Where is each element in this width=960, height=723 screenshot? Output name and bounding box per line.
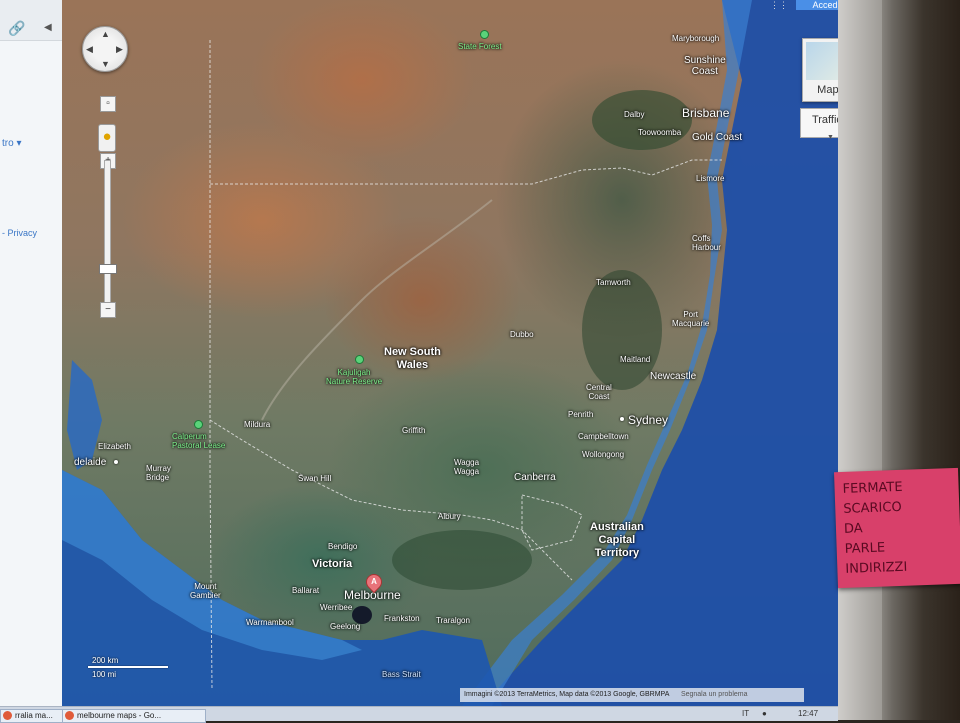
- maptype-map-button[interactable]: Mappa: [802, 38, 838, 102]
- park-icon[interactable]: [194, 420, 203, 429]
- label-frankston[interactable]: Frankston: [384, 614, 420, 623]
- label-dubbo[interactable]: Dubbo: [510, 330, 534, 339]
- label-kajuligah[interactable]: Kajuligah Nature Reserve: [326, 368, 382, 386]
- monitor-bezel-edge: [838, 0, 882, 720]
- map-scale: 200 km 100 mi: [88, 656, 176, 680]
- scale-bar: [88, 666, 168, 668]
- label-port-macquarie[interactable]: Port Macquarie: [672, 310, 709, 328]
- task-label: melbourne maps - Go...: [77, 711, 162, 720]
- taskbar: rralia ma... melbourne maps - Go... IT ●…: [0, 706, 838, 723]
- pan-right-icon[interactable]: ▶: [116, 44, 123, 55]
- pan-left-icon[interactable]: ◀: [86, 44, 93, 55]
- label-state-forest[interactable]: State Forest: [458, 42, 502, 51]
- attribution-text: Immagini ©2013 TerraMetrics, Map data ©2…: [464, 691, 669, 698]
- label-mount-gambier[interactable]: Mount Gambier: [190, 582, 221, 600]
- label-tamworth[interactable]: Tamworth: [596, 278, 631, 287]
- label-bass-strait[interactable]: Bass Strait: [382, 670, 421, 679]
- label-murray-bridge[interactable]: Murray Bridge: [146, 464, 171, 482]
- label-ballarat[interactable]: Ballarat: [292, 586, 319, 595]
- satellite-map[interactable]: ▲ ▼ ◀ ▶ ▫ ● + − Mappa Traffico ▼ State F…: [62, 0, 838, 706]
- label-bendigo[interactable]: Bendigo: [328, 542, 357, 551]
- map-attribution: Immagini ©2013 TerraMetrics, Map data ©2…: [460, 688, 804, 702]
- label-warrnambool[interactable]: Warrnambool: [246, 618, 294, 627]
- network-icon[interactable]: ●: [762, 709, 767, 718]
- label-lismore[interactable]: Lismore: [696, 174, 724, 183]
- label-canberra[interactable]: Canberra: [514, 472, 556, 483]
- label-penrith[interactable]: Penrith: [568, 410, 593, 419]
- sticky-note: FERMATE SCARICO DA PARLE INDIRIZZI: [834, 467, 960, 589]
- city-dot: [114, 460, 118, 464]
- label-werribee[interactable]: Werribee: [320, 603, 352, 612]
- sticky-note-text: FERMATE SCARICO DA PARLE INDIRIZZI: [842, 479, 908, 577]
- label-sydney[interactable]: Sydney: [628, 413, 668, 427]
- city-dot: [620, 417, 624, 421]
- link-icon[interactable]: 🔗: [8, 20, 25, 37]
- label-central-coast[interactable]: Central Coast: [586, 383, 612, 401]
- label-newcastle[interactable]: Newcastle: [650, 371, 696, 382]
- zoom-reset-button[interactable]: ▫: [100, 96, 116, 112]
- label-elizabeth[interactable]: Elizabeth: [98, 442, 131, 451]
- label-griffith[interactable]: Griffith: [402, 426, 425, 435]
- taskbar-item-melbourne-maps[interactable]: melbourne maps - Go...: [62, 709, 206, 723]
- label-wollongong[interactable]: Wollongong: [582, 450, 624, 459]
- label-act[interactable]: Australian Capital Territory: [590, 521, 644, 560]
- label-traralgon[interactable]: Traralgon: [436, 616, 470, 625]
- label-new-south-wales[interactable]: New South Wales: [384, 346, 441, 372]
- map-thumbnail: [806, 42, 838, 80]
- label-maitland[interactable]: Maitland: [620, 355, 650, 364]
- task-label: rralia ma...: [15, 711, 53, 720]
- label-sunshine-coast[interactable]: Sunshine Coast: [684, 55, 726, 77]
- marker-letter: A: [371, 577, 377, 586]
- privacy-link[interactable]: - Privacy: [2, 228, 37, 238]
- scale-km: 200 km: [92, 656, 119, 665]
- traffic-button[interactable]: Traffico ▼: [800, 108, 838, 141]
- label-gold-coast[interactable]: Gold Coast: [692, 132, 742, 143]
- chevron-down-icon: ▼: [827, 134, 834, 141]
- collapse-arrow-icon[interactable]: ◀: [44, 22, 52, 33]
- report-problem-link[interactable]: Segnala un problema: [681, 691, 748, 698]
- language-indicator[interactable]: IT: [742, 709, 749, 718]
- maptype-label: Mappa: [817, 84, 838, 96]
- label-campbelltown[interactable]: Campbelltown: [578, 432, 629, 441]
- zoom-slider-thumb[interactable]: [99, 264, 117, 274]
- label-mildura[interactable]: Mildura: [244, 420, 270, 429]
- label-geelong[interactable]: Geelong: [330, 622, 360, 631]
- label-dalby[interactable]: Dalby: [624, 110, 644, 119]
- pegman-icon[interactable]: ●: [98, 124, 116, 152]
- clock[interactable]: 12:47: [798, 709, 818, 718]
- label-victoria[interactable]: Victoria: [312, 558, 352, 571]
- apps-grid-icon[interactable]: ⋮⋮: [770, 0, 788, 11]
- browser-icon: [3, 711, 12, 720]
- pan-down-icon[interactable]: ▼: [101, 59, 110, 69]
- label-toowoomba[interactable]: Toowoomba: [638, 128, 681, 137]
- taskbar-item-australia[interactable]: rralia ma...: [0, 709, 70, 723]
- browser-icon: [65, 711, 74, 720]
- label-coffs-harbour[interactable]: Coffs Harbour: [692, 234, 721, 252]
- label-adelaide[interactable]: delaide: [74, 457, 106, 468]
- label-calperum[interactable]: Calperum Pastoral Lease: [172, 432, 225, 450]
- park-icon[interactable]: [480, 30, 489, 39]
- pan-up-icon[interactable]: ▲: [101, 29, 110, 39]
- park-icon[interactable]: [355, 355, 364, 364]
- zoom-out-button[interactable]: −: [100, 302, 116, 318]
- label-albury[interactable]: Albury: [438, 512, 461, 521]
- pan-control[interactable]: ▲ ▼ ◀ ▶: [82, 26, 128, 72]
- sidebar-partial-link[interactable]: tro ▾: [2, 138, 21, 149]
- traffic-label: Traffico: [811, 114, 838, 126]
- zoom-slider-track[interactable]: [104, 160, 111, 312]
- label-maryborough[interactable]: Maryborough: [672, 34, 719, 43]
- label-brisbane[interactable]: Brisbane: [682, 106, 729, 120]
- label-swan-hill[interactable]: Swan Hill: [298, 474, 331, 483]
- scale-mi: 100 mi: [92, 670, 117, 679]
- label-wagga-wagga[interactable]: Wagga Wagga: [454, 458, 479, 476]
